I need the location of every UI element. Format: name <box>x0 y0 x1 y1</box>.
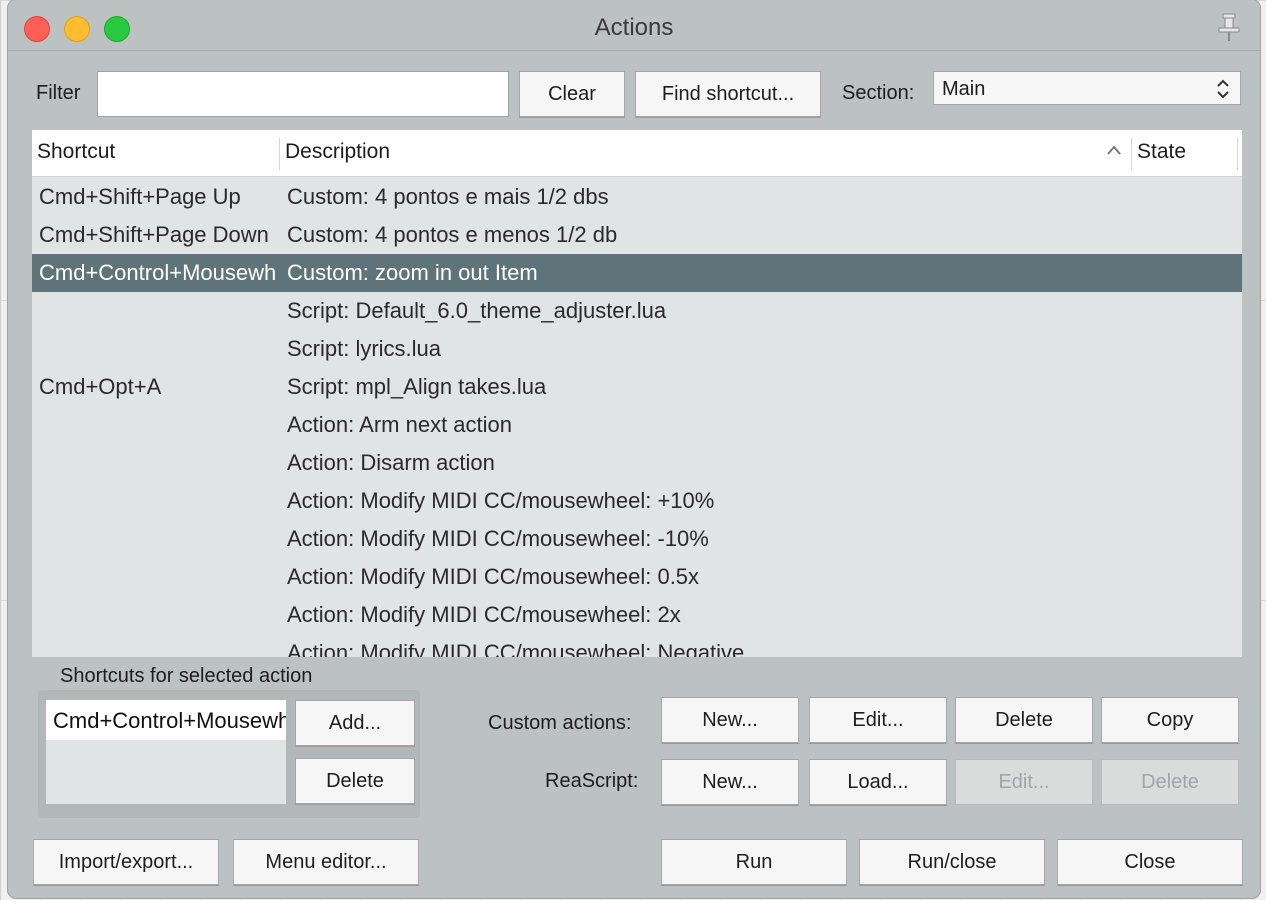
title-bar[interactable]: Actions <box>8 0 1260 51</box>
shortcut-cell: Cmd+Opt+A <box>39 374 162 399</box>
description-cell: Script: Default_6.0_theme_adjuster.lua <box>287 298 667 323</box>
run-close-button[interactable]: Run/close <box>859 839 1045 885</box>
updown-chevrons-icon <box>1217 79 1229 99</box>
window-title: Actions <box>594 14 674 41</box>
menu-editor-button[interactable]: Menu editor... <box>233 839 419 885</box>
description-cell: Custom: zoom in out Item <box>287 260 538 285</box>
shortcut-cell: Cmd+Control+Mousewheel <box>39 260 277 285</box>
section-select[interactable]: Main <box>933 71 1241 105</box>
description-cell: Action: Modify MIDI CC/mousewheel: Negat… <box>287 640 745 657</box>
table-row[interactable]: Action: Arm next action <box>32 406 1242 444</box>
delete-shortcut-button[interactable]: Delete <box>295 758 415 804</box>
reascript-edit-button[interactable]: Edit... <box>955 759 1093 805</box>
description-cell: Script: mpl_Align takes.lua <box>287 374 547 399</box>
description-cell: Custom: 4 pontos e menos 1/2 db <box>287 222 618 247</box>
custom-actions-label: Custom actions: <box>488 712 632 734</box>
shortcut-cell: Cmd+Shift+Page Down <box>39 222 269 247</box>
filter-label: Filter <box>36 82 81 104</box>
description-cell: Custom: 4 pontos e mais 1/2 dbs <box>287 184 609 209</box>
find-shortcut-button[interactable]: Find shortcut... <box>635 71 821 117</box>
description-cell: Action: Disarm action <box>287 450 495 475</box>
description-cell: Action: Modify MIDI CC/mousewheel: -10% <box>287 526 709 551</box>
reascript-load-button[interactable]: Load... <box>809 759 947 805</box>
table-row[interactable]: Action: Modify MIDI CC/mousewheel: -10% <box>32 520 1242 558</box>
table-row[interactable]: Cmd+Shift+Page Up Custom: 4 pontos e mai… <box>32 178 1242 216</box>
column-header-shortcut[interactable]: Shortcut <box>37 140 115 164</box>
table-row[interactable]: Cmd+Shift+Page Down Custom: 4 pontos e m… <box>32 216 1242 254</box>
sort-ascending-icon <box>1107 145 1121 155</box>
reascript-new-button[interactable]: New... <box>661 759 799 805</box>
run-button[interactable]: Run <box>661 839 847 885</box>
description-cell: Script: lyrics.lua <box>287 336 442 361</box>
table-row[interactable]: Script: lyrics.lua <box>32 330 1242 368</box>
column-header-description[interactable]: Description <box>285 140 390 164</box>
description-cell: Action: Arm next action <box>287 412 512 437</box>
table-row[interactable]: Action: Disarm action <box>32 444 1242 482</box>
column-divider[interactable] <box>1131 138 1132 170</box>
custom-action-copy-button[interactable]: Copy <box>1101 697 1239 743</box>
table-row-selected[interactable]: Cmd+Control+Mousewheel Custom: zoom in o… <box>32 254 1242 292</box>
column-divider[interactable] <box>279 138 280 170</box>
table-row[interactable]: Action: Modify MIDI CC/mousewheel: 2x <box>32 596 1242 634</box>
shortcuts-panel-label: Shortcuts for selected action <box>60 665 313 687</box>
shortcut-list-item[interactable]: Cmd+Control+Mousewheel <box>46 700 286 740</box>
reascript-label: ReaScript: <box>545 770 639 792</box>
description-cell: Action: Modify MIDI CC/mousewheel: +10% <box>287 488 715 513</box>
section-select-value: Main <box>942 78 986 100</box>
section-label: Section: <box>842 82 915 104</box>
table-row[interactable]: Action: Modify MIDI CC/mousewheel: Negat… <box>32 634 1242 657</box>
import-export-button[interactable]: Import/export... <box>33 839 219 885</box>
table-row[interactable]: Action: Modify MIDI CC/mousewheel: +10% <box>32 482 1242 520</box>
column-header-state[interactable]: State <box>1137 140 1186 164</box>
add-shortcut-button[interactable]: Add... <box>295 700 415 746</box>
table-row[interactable]: Script: Default_6.0_theme_adjuster.lua <box>32 292 1242 330</box>
column-divider[interactable] <box>1237 138 1238 170</box>
pin-icon[interactable] <box>1214 12 1244 42</box>
table-header: Shortcut Description State <box>32 130 1242 177</box>
custom-action-new-button[interactable]: New... <box>661 697 799 743</box>
shortcuts-list[interactable]: Cmd+Control+Mousewheel <box>46 700 286 804</box>
description-cell: Action: Modify MIDI CC/mousewheel: 0.5x <box>287 564 700 589</box>
table-row[interactable]: Cmd+Opt+A Script: mpl_Align takes.lua <box>32 368 1242 406</box>
clear-button[interactable]: Clear <box>519 71 625 117</box>
reascript-delete-button[interactable]: Delete <box>1101 759 1239 805</box>
table-row[interactable]: Action: Modify MIDI CC/mousewheel: 0.5x <box>32 558 1242 596</box>
custom-action-edit-button[interactable]: Edit... <box>809 697 947 743</box>
description-cell: Action: Modify MIDI CC/mousewheel: 2x <box>287 602 681 627</box>
actions-window: Actions Filter Clear Find shortcut... Se… <box>8 0 1260 898</box>
shortcut-list-item-label: Cmd+Control+Mousewheel <box>53 708 286 733</box>
custom-action-delete-button[interactable]: Delete <box>955 697 1093 743</box>
actions-table[interactable]: Shortcut Description State Cmd+Shift+Pag… <box>32 130 1242 657</box>
shortcut-cell: Cmd+Shift+Page Up <box>39 184 241 209</box>
filter-input[interactable] <box>97 71 509 117</box>
close-button[interactable]: Close <box>1057 839 1243 885</box>
